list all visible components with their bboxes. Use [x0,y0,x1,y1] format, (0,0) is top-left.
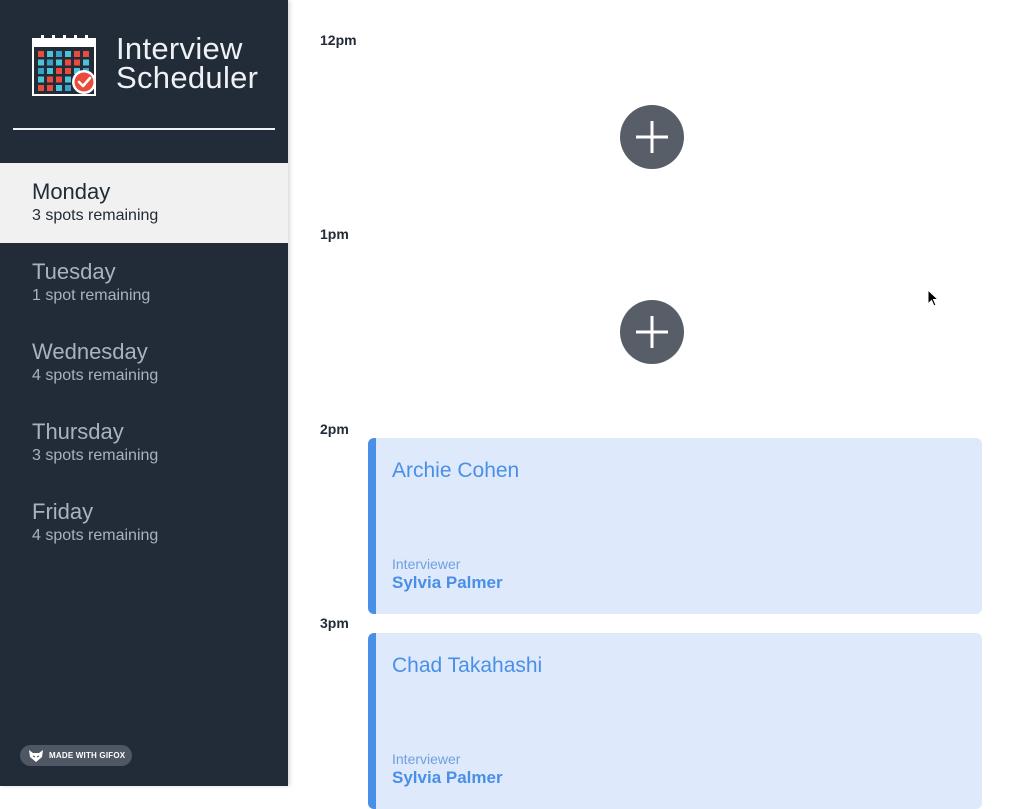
day-spots: 3 spots remaining [32,447,159,464]
add-appointment-button[interactable] [620,105,684,169]
day-spots: 4 spots remaining [32,367,159,384]
add-appointment-button[interactable] [620,300,684,364]
day-name: Wednesday [32,339,148,364]
day-spots: 3 spots remaining [32,207,159,224]
day-item-thursday[interactable]: Thursday 3 spots remaining [0,403,288,483]
appointment-card[interactable]: Chad Takahashi Interviewer Sylvia Palmer [368,633,982,809]
time-label: 3pm [320,615,349,631]
day-item-friday[interactable]: Friday 4 spots remaining [0,483,288,563]
sidebar-divider [13,128,275,130]
student-name: Chad Takahashi [392,654,543,677]
day-item-tuesday[interactable]: Tuesday 1 spot remaining [0,243,288,323]
sidebar: Interview Scheduler Monday 3 spots remai… [0,0,288,786]
interviewer-caption: Interviewer [392,751,461,767]
student-name: Archie Cohen [392,459,520,482]
plus-icon [636,316,668,348]
plus-icon [636,121,668,153]
interviewer-name: Sylvia Palmer [392,573,503,592]
day-name: Friday [32,499,94,524]
schedule: 12pm 1pm 2pm Archie Cohen Interviewer Sy… [288,0,1009,809]
day-spots: 1 spot remaining [32,287,151,304]
time-label: 1pm [320,226,349,242]
day-item-monday[interactable]: Monday 3 spots remaining [0,163,288,243]
day-name: Tuesday [32,259,116,284]
app-title-line1: Interview [116,31,243,66]
watermark-text: MADE WITH GIFOX [49,751,126,760]
mouse-cursor-icon [927,289,939,307]
interviewer-caption: Interviewer [392,556,461,572]
time-label: 12pm [320,32,357,48]
time-label: 2pm [320,421,349,437]
day-list: Monday 3 spots remaining Tuesday 1 spot … [0,163,288,563]
day-spots: 4 spots remaining [32,527,159,544]
gifox-watermark: MADE WITH GIFOX [20,745,132,766]
calendar-check-icon [32,35,96,96]
app-title: Interview Scheduler [116,31,276,95]
day-name: Thursday [32,419,124,444]
interviewer-name: Sylvia Palmer [392,768,503,787]
appointment-card[interactable]: Archie Cohen Interviewer Sylvia Palmer [368,438,982,614]
day-item-wednesday[interactable]: Wednesday 4 spots remaining [0,323,288,403]
fox-icon [29,749,43,762]
day-name: Monday [32,179,111,204]
app-title-line2: Scheduler [116,60,259,95]
